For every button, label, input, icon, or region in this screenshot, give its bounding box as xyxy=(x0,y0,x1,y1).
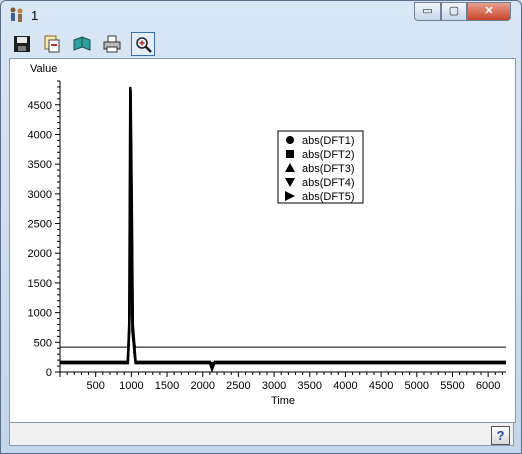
toolbar xyxy=(7,31,515,57)
x-tick-label: 1000 xyxy=(119,380,143,392)
legend-marker xyxy=(286,150,294,158)
x-tick-label: 3500 xyxy=(298,380,322,392)
help-button[interactable]: ? xyxy=(491,426,510,445)
copy-button[interactable] xyxy=(40,32,64,56)
app-icon xyxy=(8,6,26,24)
x-tick-label: 500 xyxy=(87,380,105,392)
maximize-button[interactable]: ▢ xyxy=(441,2,467,21)
legend-label: abs(DFT1) xyxy=(302,135,355,147)
legend-label: abs(DFT4) xyxy=(302,177,355,189)
x-tick-label: 4500 xyxy=(369,380,393,392)
x-tick-label: 5500 xyxy=(440,380,464,392)
open-book-button[interactable] xyxy=(70,32,94,56)
x-tick-label: 3000 xyxy=(262,380,286,392)
print-icon xyxy=(103,35,121,53)
series-line xyxy=(60,193,506,364)
open-book-icon xyxy=(73,36,91,51)
y-tick-label: 500 xyxy=(34,337,52,349)
zoom-icon xyxy=(136,37,152,53)
window-title: 1 xyxy=(31,8,39,23)
close-icon: ✕ xyxy=(484,5,494,17)
y-tick-label: 4500 xyxy=(28,100,52,112)
copy-icon xyxy=(44,35,60,53)
chart-window: 1 ▭ ▢ ✕ 0 500 1000 1500 2000 2500 3000 3… xyxy=(0,0,522,454)
close-button[interactable]: ✕ xyxy=(467,2,511,21)
y-tick-label: 3000 xyxy=(28,189,52,201)
legend-marker xyxy=(286,136,294,144)
y-tick-label: 2500 xyxy=(28,219,52,231)
y-tick-label: 3500 xyxy=(28,159,52,171)
legend-label: abs(DFT3) xyxy=(302,163,355,175)
title-bar[interactable]: 1 ▭ ▢ ✕ xyxy=(1,1,521,31)
save-icon xyxy=(14,36,30,52)
y-tick-label: 4000 xyxy=(28,129,52,141)
series-line xyxy=(60,86,506,373)
series-line xyxy=(60,253,506,364)
x-tick-label: 4000 xyxy=(333,380,357,392)
legend-label: abs(DFT5) xyxy=(302,191,355,203)
x-tick-label: 6000 xyxy=(476,380,500,392)
legend-label: abs(DFT2) xyxy=(302,149,355,161)
y-tick-label: 1000 xyxy=(28,308,52,320)
chart: 0 500 1000 1500 2000 2500 3000 3500 4000 4500 500 1… xyxy=(28,63,506,407)
print-button[interactable] xyxy=(100,32,124,56)
y-tick-label: 2000 xyxy=(28,248,52,260)
save-button[interactable] xyxy=(10,32,34,56)
plot-area: 0 500 1000 1500 2000 2500 3000 3500 4000 4500 500 1… xyxy=(9,58,516,423)
x-tick-label: 1500 xyxy=(155,380,179,392)
x-tick-label: 2500 xyxy=(226,380,250,392)
help-icon: ? xyxy=(496,428,505,443)
y-axis-label: Value xyxy=(30,63,57,75)
zoom-button[interactable] xyxy=(131,32,155,56)
x-tick-label: 5000 xyxy=(405,380,429,392)
maximize-icon: ▢ xyxy=(448,5,460,17)
status-bar: ? xyxy=(9,422,514,446)
y-tick-label: 1500 xyxy=(28,278,52,290)
minimize-icon: ▭ xyxy=(422,5,433,17)
minimize-button[interactable]: ▭ xyxy=(414,2,441,21)
x-tick-label: 2000 xyxy=(190,380,214,392)
x-axis-label: Time xyxy=(271,395,295,407)
y-tick-label: 0 xyxy=(46,367,52,379)
